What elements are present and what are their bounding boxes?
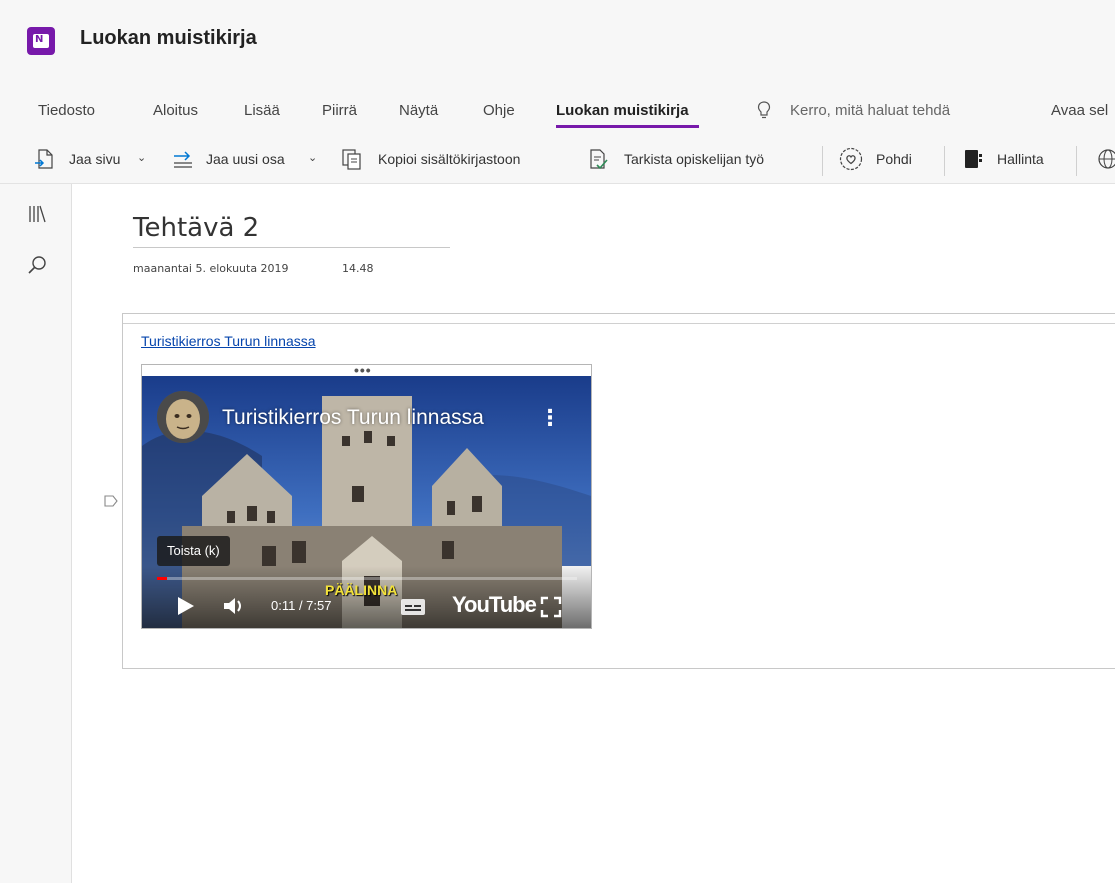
page-title[interactable]: Tehtävä 2 bbox=[133, 213, 259, 243]
play-icon[interactable] bbox=[174, 595, 196, 617]
avatar-face-icon bbox=[157, 391, 209, 443]
tab-tiedosto[interactable]: Tiedosto bbox=[38, 102, 95, 119]
title-underline bbox=[133, 247, 450, 248]
library-icon[interactable] bbox=[26, 203, 48, 225]
tab-luokan-muistikirja[interactable]: Luokan muistikirja bbox=[556, 102, 689, 119]
share-section-button[interactable]: Jaa uusi osa bbox=[206, 151, 285, 167]
toolbar-divider bbox=[944, 146, 945, 176]
page-date: maanantai 5. elokuuta 2019 bbox=[133, 262, 289, 275]
navigation-rail bbox=[0, 184, 72, 883]
share-section-icon[interactable] bbox=[172, 148, 194, 170]
manage-icon[interactable] bbox=[962, 148, 984, 170]
video-embed[interactable]: ••• Turistikierros Turun linnassa ⋮ Tois… bbox=[141, 362, 592, 629]
youtube-logo[interactable]: YouTube bbox=[452, 592, 537, 618]
video-menu-icon[interactable]: ⋮ bbox=[539, 405, 561, 431]
chevron-down-icon[interactable]: ⌄ bbox=[308, 151, 317, 164]
copy-library-button[interactable]: Kopioi sisältökirjastoon bbox=[378, 151, 520, 167]
fullscreen-icon[interactable] bbox=[540, 596, 562, 618]
page-time: 14.48 bbox=[342, 262, 374, 275]
reflect-button[interactable]: Pohdi bbox=[876, 151, 912, 167]
channel-avatar[interactable] bbox=[157, 391, 209, 443]
chevron-down-icon[interactable]: ⌄ bbox=[137, 151, 146, 164]
share-page-button[interactable]: Jaa sivu bbox=[69, 151, 120, 167]
tab-ohje[interactable]: Ohje bbox=[483, 102, 515, 119]
tab-nayta[interactable]: Näytä bbox=[399, 102, 438, 119]
tell-me-search[interactable]: Kerro, mitä haluat tehdä bbox=[790, 102, 950, 119]
tab-aloitus[interactable]: Aloitus bbox=[153, 102, 198, 119]
play-tooltip: Toista (k) bbox=[157, 536, 230, 566]
share-page-icon[interactable] bbox=[34, 148, 56, 170]
search-icon[interactable] bbox=[26, 254, 48, 276]
open-in-desktop-link[interactable]: Avaa sel bbox=[1051, 102, 1108, 119]
time-readout: 0:11 / 7:57 bbox=[271, 598, 332, 613]
subtitles-icon[interactable] bbox=[400, 597, 426, 617]
container-handle-bar[interactable] bbox=[123, 323, 1115, 324]
reflect-icon[interactable] bbox=[839, 147, 863, 171]
video-caption: PÄÄLINNA bbox=[325, 582, 398, 598]
toolbar-divider bbox=[822, 146, 823, 176]
onenote-logo-icon: N bbox=[27, 27, 55, 55]
app-title: Luokan muistikirja bbox=[80, 27, 257, 49]
video-link[interactable]: Turistikierros Turun linnassa bbox=[141, 333, 316, 349]
ribbon-toolbar: Jaa sivu ⌄ Jaa uusi osa ⌄ Kopioi sisältö… bbox=[0, 138, 1115, 184]
globe-icon[interactable] bbox=[1097, 148, 1115, 170]
progress-bar-fill bbox=[157, 577, 167, 580]
video-title[interactable]: Turistikierros Turun linnassa bbox=[222, 406, 484, 430]
copy-library-icon[interactable] bbox=[341, 148, 363, 170]
tab-lisaa[interactable]: Lisää bbox=[244, 102, 280, 119]
active-tab-indicator bbox=[556, 125, 699, 128]
title-bar: N Luokan muistikirja bbox=[0, 0, 1115, 82]
logo-letter: N bbox=[35, 34, 44, 45]
video-player[interactable]: Turistikierros Turun linnassa ⋮ Toista (… bbox=[142, 376, 591, 628]
review-work-button[interactable]: Tarkista opiskelijan työ bbox=[624, 151, 764, 167]
review-work-icon[interactable] bbox=[587, 148, 609, 170]
manage-button[interactable]: Hallinta bbox=[997, 151, 1044, 167]
progress-bar[interactable] bbox=[157, 577, 577, 580]
ribbon-tabs: Tiedosto Aloitus Lisää Piirrä Näytä Ohje… bbox=[0, 82, 1115, 138]
tab-piirra[interactable]: Piirrä bbox=[322, 102, 357, 119]
lightbulb-icon bbox=[757, 101, 771, 119]
toolbar-divider bbox=[1076, 146, 1077, 176]
paragraph-tag-icon[interactable] bbox=[103, 494, 119, 508]
volume-icon[interactable] bbox=[222, 595, 246, 617]
